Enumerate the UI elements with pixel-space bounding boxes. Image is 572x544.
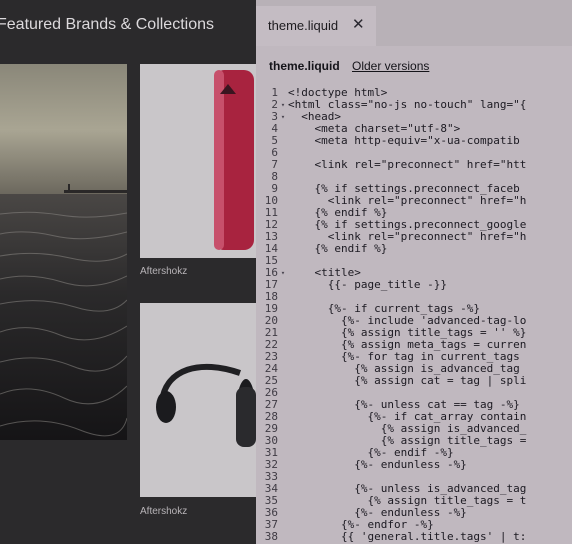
fold-toggle-icon xyxy=(278,387,288,399)
fold-toggle-icon xyxy=(278,147,288,159)
fold-toggle-icon xyxy=(278,423,288,435)
product-caption[interactable]: Aftershokz xyxy=(140,506,187,517)
fold-toggle-icon xyxy=(278,435,288,447)
code-text: {% assign cat = tag | spli xyxy=(288,374,527,387)
code-line[interactable]: 25 {% assign cat = tag | spli xyxy=(256,375,572,387)
fold-toggle-icon xyxy=(278,351,288,363)
fold-toggle-icon xyxy=(278,207,288,219)
code-text: <link rel="preconnect" href="htt xyxy=(288,158,527,171)
code-text: {% endif %} xyxy=(288,242,388,255)
product-card[interactable] xyxy=(140,64,256,258)
section-heading: Featured Brands & Collections xyxy=(0,16,214,33)
fold-toggle-icon xyxy=(278,327,288,339)
code-line[interactable]: 5 <meta http-equiv="x-ua-compatib xyxy=(256,135,572,147)
product-card[interactable] xyxy=(140,303,256,497)
fold-toggle-icon xyxy=(278,135,288,147)
fold-toggle-icon xyxy=(278,411,288,423)
close-icon[interactable]: ✕ xyxy=(352,15,365,33)
older-versions-link[interactable]: Older versions xyxy=(352,59,429,73)
code-line[interactable]: 32 {%- endunless -%} xyxy=(256,459,572,471)
fold-toggle-icon xyxy=(278,507,288,519)
fold-toggle-icon xyxy=(278,291,288,303)
line-number: 38 xyxy=(264,530,278,543)
fold-toggle-icon xyxy=(278,399,288,411)
fold-toggle-icon[interactable]: ▾ xyxy=(278,99,288,111)
fold-toggle-icon xyxy=(278,519,288,531)
fold-toggle-icon xyxy=(278,363,288,375)
product-caption[interactable]: Aftershokz xyxy=(140,266,187,277)
fold-toggle-icon xyxy=(278,195,288,207)
code-line[interactable]: 17 {{- page_title -}} xyxy=(256,279,572,291)
fold-toggle-icon xyxy=(278,447,288,459)
fold-toggle-icon xyxy=(278,303,288,315)
fold-toggle-icon xyxy=(278,243,288,255)
code-line[interactable]: 38 {{ 'general.title.tags' | t: xyxy=(256,531,572,543)
fold-toggle-icon xyxy=(278,531,288,543)
code-text: {%- endunless -%} xyxy=(288,458,467,471)
fold-toggle-icon xyxy=(278,231,288,243)
fold-toggle-icon xyxy=(278,471,288,483)
storefront-preview: Featured Brands & Collections Aftershokz… xyxy=(0,0,256,544)
fold-toggle-icon xyxy=(278,171,288,183)
fold-toggle-icon xyxy=(278,219,288,231)
fold-toggle-icon xyxy=(278,123,288,135)
fold-toggle-icon xyxy=(278,279,288,291)
code-line[interactable]: 7 <link rel="preconnect" href="htt xyxy=(256,159,572,171)
fold-toggle-icon xyxy=(278,339,288,351)
file-title: theme.liquid xyxy=(269,59,340,73)
fold-toggle-icon xyxy=(278,87,288,99)
code-area[interactable]: 1 <!doctype html> 2 ▾ <html class="no-js no-… xyxy=(256,87,572,543)
fold-toggle-icon xyxy=(278,159,288,171)
code-text: <meta http-equiv="x-ua-compatib xyxy=(288,134,520,147)
fold-toggle-icon xyxy=(278,495,288,507)
code-editor: theme.liquid ✕ theme.liquid Older versio… xyxy=(256,0,572,544)
tab-label[interactable]: theme.liquid xyxy=(268,18,338,33)
lake-image xyxy=(0,64,127,440)
fold-toggle-icon[interactable]: ▾ xyxy=(278,267,288,279)
code-text: {{ 'general.title.tags' | t: xyxy=(288,530,527,543)
fold-toggle-icon xyxy=(278,483,288,495)
code-line[interactable]: 14 {% endif %} xyxy=(256,243,572,255)
tab-theme-liquid[interactable]: theme.liquid ✕ xyxy=(256,6,376,46)
fold-toggle-icon[interactable]: ▾ xyxy=(278,111,288,123)
code-text: {{- page_title -}} xyxy=(288,278,447,291)
fold-toggle-icon xyxy=(278,315,288,327)
fold-toggle-icon xyxy=(278,183,288,195)
fold-toggle-icon xyxy=(278,459,288,471)
fold-toggle-icon xyxy=(278,375,288,387)
tab-bar: theme.liquid ✕ xyxy=(256,0,572,46)
fold-toggle-icon xyxy=(278,255,288,267)
